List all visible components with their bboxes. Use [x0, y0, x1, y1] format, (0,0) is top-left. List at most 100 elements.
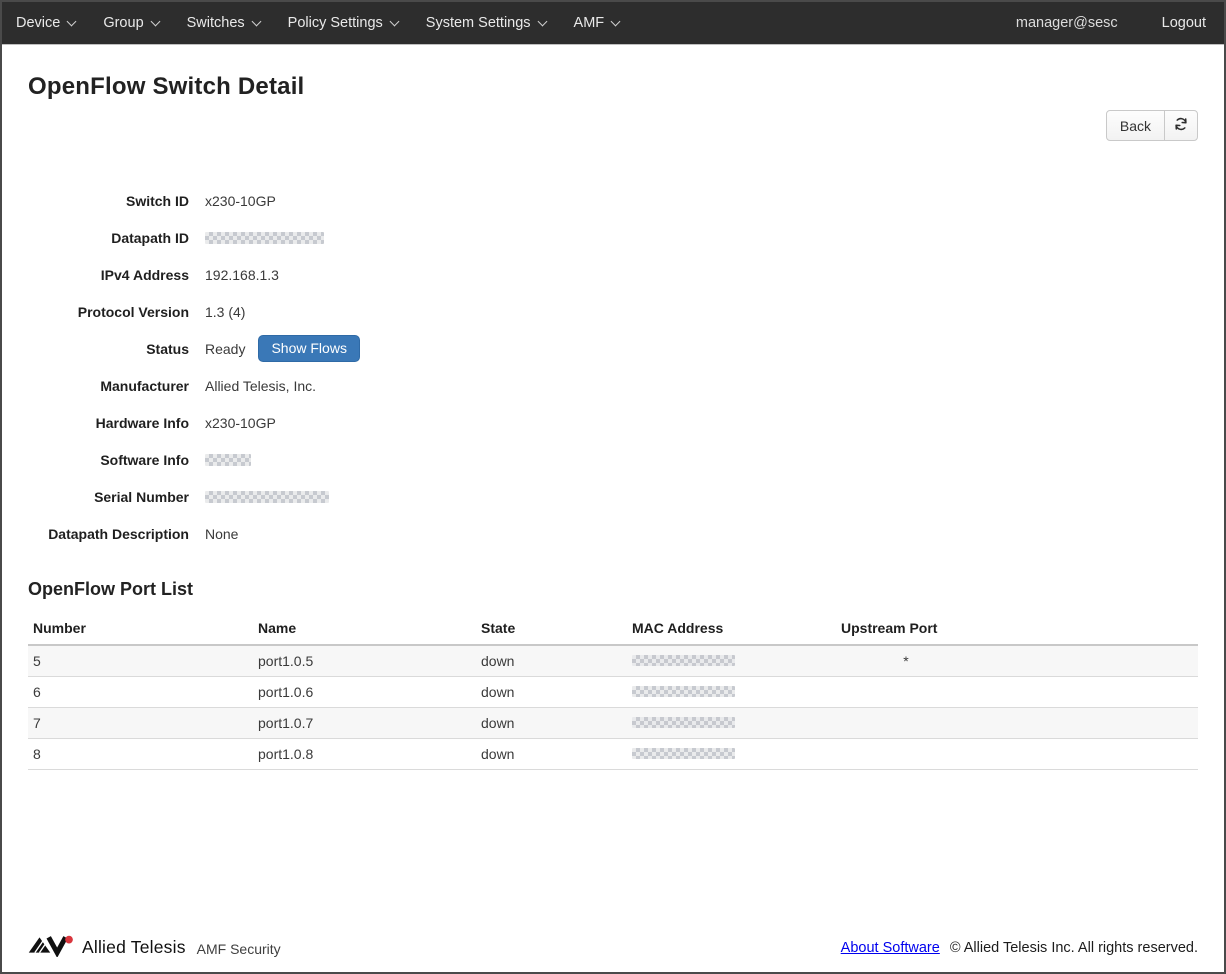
- nav-item-label: Switches: [187, 15, 245, 31]
- footer-brand: Allied Telesis AMF Security: [28, 933, 281, 962]
- chevron-down-icon: [389, 17, 399, 27]
- port-name-cell: port1.0.6: [253, 677, 476, 708]
- table-header-row: Number Name State MAC Address Upstream P…: [28, 612, 1198, 645]
- table-row: 5 port1.0.5 down *: [28, 645, 1198, 677]
- detail-row-status: Status Ready Show Flows: [28, 330, 1198, 367]
- nav-item-amf[interactable]: AMF: [560, 2, 634, 44]
- back-button[interactable]: Back: [1106, 110, 1165, 141]
- column-header-number: Number: [28, 612, 253, 645]
- detail-value: [205, 232, 324, 244]
- chevron-down-icon: [67, 17, 77, 27]
- detail-value: [205, 491, 329, 503]
- detail-row-protocol-version: Protocol Version 1.3 (4): [28, 293, 1198, 330]
- detail-value: [205, 454, 251, 466]
- detail-label: Status: [28, 341, 189, 357]
- detail-row-datapath-description: Datapath Description None: [28, 515, 1198, 552]
- about-software-link[interactable]: About Software: [841, 940, 940, 956]
- detail-label: IPv4 Address: [28, 267, 189, 283]
- detail-row-manufacturer: Manufacturer Allied Telesis, Inc.: [28, 367, 1198, 404]
- nav-right: manager@sesc Logout: [1016, 2, 1224, 44]
- chevron-down-icon: [537, 17, 547, 27]
- nav-item-system-settings[interactable]: System Settings: [412, 2, 560, 44]
- port-state-cell: down: [476, 708, 627, 739]
- page-toolbar: Back: [28, 110, 1198, 141]
- port-upstream-cell: [836, 677, 1198, 708]
- table-row: 7 port1.0.7 down: [28, 708, 1198, 739]
- refresh-icon: [1173, 116, 1189, 135]
- allied-telesis-logo: [28, 933, 74, 962]
- port-mac-cell: [627, 677, 836, 708]
- redacted-mac-value: [632, 655, 735, 666]
- nav-item-device[interactable]: Device: [2, 2, 89, 44]
- port-number-cell: 6: [28, 677, 253, 708]
- port-number-cell: 5: [28, 645, 253, 677]
- detail-value: Allied Telesis, Inc.: [205, 378, 316, 394]
- redacted-value: [205, 491, 329, 503]
- chevron-down-icon: [150, 17, 160, 27]
- brand-name: Allied Telesis: [82, 937, 186, 958]
- detail-label: Serial Number: [28, 489, 189, 505]
- nav-item-label: Device: [16, 15, 60, 31]
- refresh-button[interactable]: [1164, 110, 1198, 141]
- detail-row-software-info: Software Info: [28, 441, 1198, 478]
- detail-value: x230-10GP: [205, 415, 276, 431]
- chevron-down-icon: [251, 17, 261, 27]
- detail-label: Hardware Info: [28, 415, 189, 431]
- show-flows-button[interactable]: Show Flows: [258, 335, 359, 362]
- app-window: Device Group Switches Policy Settings Sy…: [0, 0, 1226, 974]
- nav-item-label: Policy Settings: [288, 15, 383, 31]
- nav-item-switches[interactable]: Switches: [173, 2, 274, 44]
- port-mac-cell: [627, 739, 836, 770]
- table-row: 6 port1.0.6 down: [28, 677, 1198, 708]
- chevron-down-icon: [611, 17, 621, 27]
- main-content: OpenFlow Switch Detail Back: [2, 44, 1224, 927]
- port-name-cell: port1.0.7: [253, 708, 476, 739]
- detail-row-serial-number: Serial Number: [28, 478, 1198, 515]
- top-navbar: Device Group Switches Policy Settings Sy…: [2, 2, 1224, 44]
- footer-legal: About Software © Allied Telesis Inc. All…: [841, 940, 1198, 956]
- detail-value: x230-10GP: [205, 193, 276, 209]
- table-row: 8 port1.0.8 down: [28, 739, 1198, 770]
- nav-menu: Device Group Switches Policy Settings Sy…: [2, 2, 633, 44]
- nav-item-group[interactable]: Group: [89, 2, 172, 44]
- detail-row-hardware-info: Hardware Info x230-10GP: [28, 404, 1198, 441]
- nav-item-label: Group: [103, 15, 143, 31]
- detail-label: Datapath ID: [28, 230, 189, 246]
- column-header-name: Name: [253, 612, 476, 645]
- logout-button[interactable]: Logout: [1148, 2, 1224, 44]
- detail-label: Switch ID: [28, 193, 189, 209]
- detail-value: 192.168.1.3: [205, 267, 279, 283]
- detail-label: Protocol Version: [28, 304, 189, 320]
- nav-item-label: System Settings: [426, 15, 531, 31]
- detail-label: Manufacturer: [28, 378, 189, 394]
- redacted-mac-value: [632, 748, 735, 759]
- nav-item-policy-settings[interactable]: Policy Settings: [274, 2, 412, 44]
- copyright-text: © Allied Telesis Inc. All rights reserve…: [950, 940, 1198, 956]
- detail-label: Datapath Description: [28, 526, 189, 542]
- detail-label: Software Info: [28, 452, 189, 468]
- page-title: OpenFlow Switch Detail: [28, 73, 1198, 101]
- detail-value: Ready Show Flows: [205, 335, 360, 362]
- detail-value: 1.3 (4): [205, 304, 245, 320]
- nav-item-label: AMF: [574, 15, 605, 31]
- port-number-cell: 7: [28, 708, 253, 739]
- detail-row-datapath-id: Datapath ID: [28, 219, 1198, 256]
- port-name-cell: port1.0.8: [253, 739, 476, 770]
- port-table: Number Name State MAC Address Upstream P…: [28, 612, 1198, 770]
- user-account-label: manager@sesc: [1016, 2, 1148, 44]
- port-state-cell: down: [476, 739, 627, 770]
- port-upstream-cell: [836, 739, 1198, 770]
- port-mac-cell: [627, 708, 836, 739]
- redacted-mac-value: [632, 686, 735, 697]
- redacted-value: [205, 454, 251, 466]
- column-header-state: State: [476, 612, 627, 645]
- detail-value: None: [205, 526, 238, 542]
- port-state-cell: down: [476, 645, 627, 677]
- column-header-upstream-port: Upstream Port: [836, 612, 1198, 645]
- port-list-title: OpenFlow Port List: [28, 579, 1198, 600]
- port-number-cell: 8: [28, 739, 253, 770]
- product-name: AMF Security: [197, 938, 281, 957]
- port-upstream-cell: *: [836, 645, 1198, 677]
- port-state-cell: down: [476, 677, 627, 708]
- footer: Allied Telesis AMF Security About Softwa…: [2, 927, 1224, 972]
